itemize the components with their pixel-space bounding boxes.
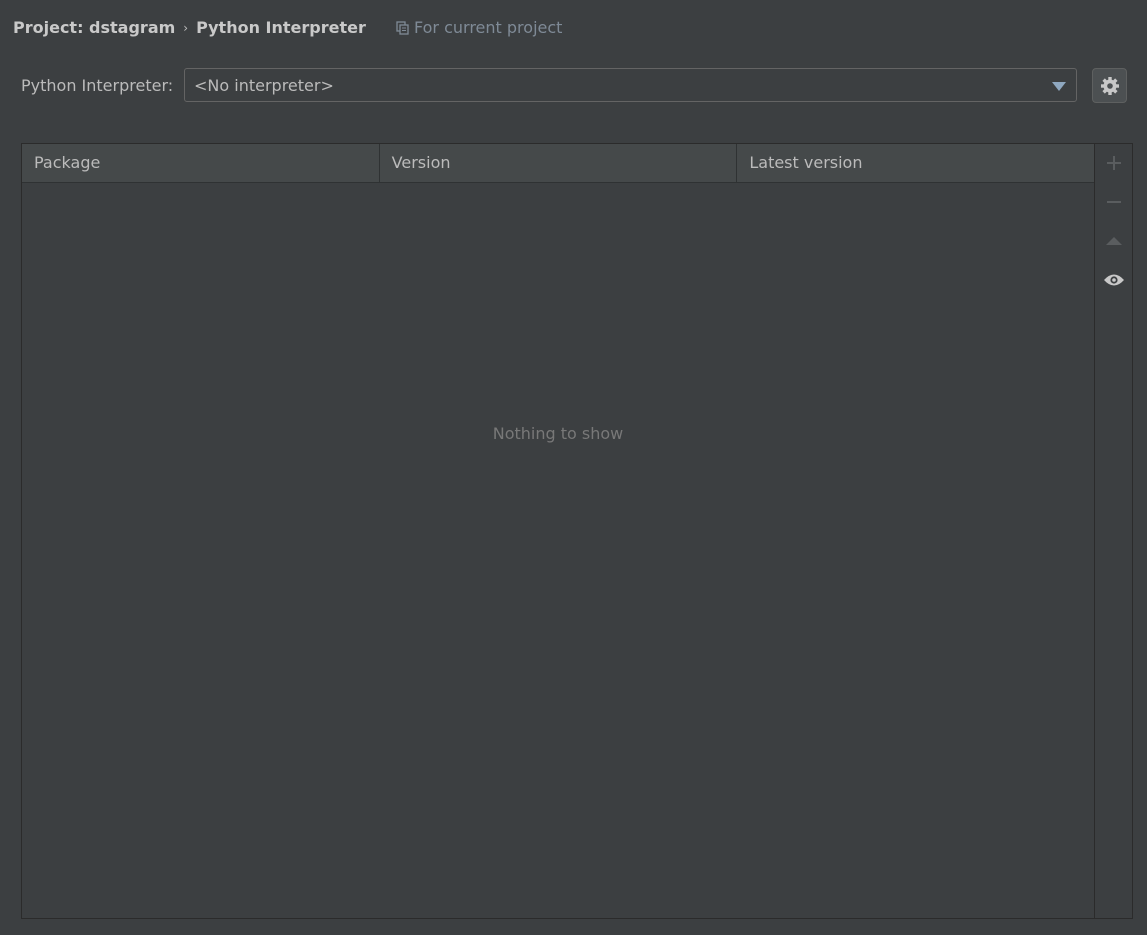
gear-icon (1100, 76, 1119, 95)
breadcrumb: Project: dstagram › Python Interpreter (13, 18, 366, 37)
minus-icon (1106, 201, 1121, 203)
upgrade-package-button[interactable] (1095, 226, 1132, 256)
settings-button[interactable] (1092, 68, 1127, 103)
uninstall-package-button[interactable] (1095, 187, 1132, 217)
scope-label: For current project (414, 18, 563, 37)
scope-indicator: For current project (396, 18, 562, 37)
breadcrumb-separator: › (183, 20, 189, 35)
eye-icon (1103, 274, 1124, 286)
plus-icon (1106, 156, 1121, 170)
packages-table: Package Version Latest version Nothing t… (21, 143, 1095, 919)
packages-toolbar (1094, 143, 1133, 919)
table-header: Package Version Latest version (22, 144, 1094, 183)
interpreter-value: <No interpreter> (194, 75, 334, 95)
column-header-latest-version[interactable]: Latest version (737, 144, 1094, 182)
breadcrumb-project: Project: dstagram (13, 18, 176, 37)
interpreter-select[interactable]: <No interpreter> (184, 68, 1077, 102)
page-title: Python Interpreter (196, 18, 366, 37)
column-header-package[interactable]: Package (22, 144, 380, 182)
empty-state-text: Nothing to show (492, 424, 624, 443)
install-package-button[interactable] (1095, 148, 1132, 178)
show-early-releases-button[interactable] (1095, 265, 1132, 295)
interpreter-label: Python Interpreter: (21, 76, 174, 95)
chevron-down-icon (1052, 82, 1066, 91)
column-header-version[interactable]: Version (380, 144, 738, 182)
copy-icon (396, 20, 409, 35)
upgrade-icon (1105, 237, 1122, 245)
